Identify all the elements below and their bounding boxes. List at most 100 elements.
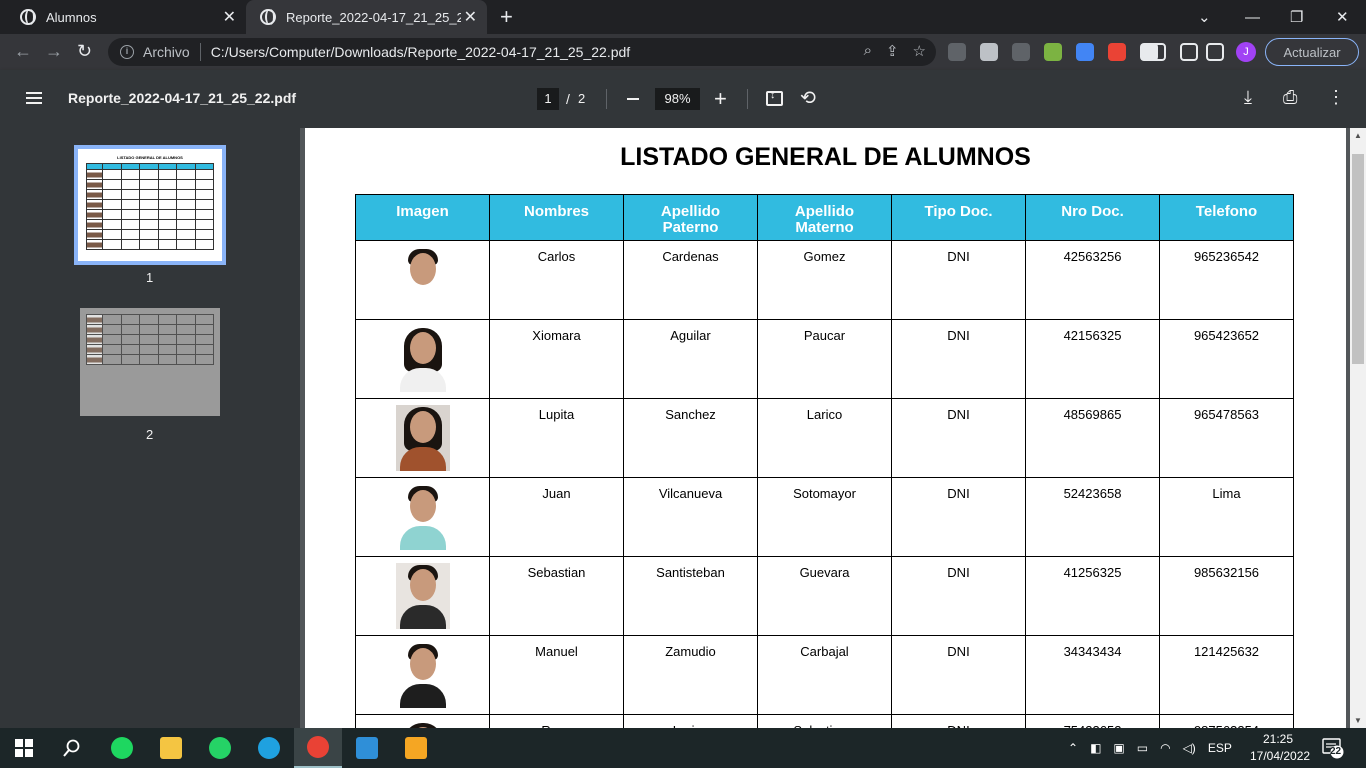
more-options-icon[interactable]: ⋮	[1327, 87, 1345, 108]
new-tab-button[interactable]: +	[500, 4, 513, 30]
time: 21:25	[1262, 732, 1294, 746]
extension-icon[interactable]	[1012, 43, 1030, 61]
divider	[606, 89, 607, 109]
taskbar-app-cube-app[interactable]	[392, 728, 440, 768]
page-thumbnail-1[interactable]: LISTADO GENERAL DE ALUMNOS	[74, 145, 226, 265]
extension-icon[interactable]	[1108, 43, 1126, 61]
page-number-input[interactable]: 1	[537, 88, 559, 110]
divider	[199, 43, 201, 61]
star-icon[interactable]: ☆	[913, 42, 926, 60]
tab-search-icon[interactable]: ⌄	[1198, 0, 1211, 34]
extension-icon[interactable]	[948, 43, 966, 61]
close-icon[interactable]: ✕	[464, 7, 477, 27]
cell-telefono: Lima	[1159, 477, 1294, 557]
close-window-button[interactable]: ✕	[1336, 0, 1349, 34]
column-header: Telefono	[1159, 194, 1294, 241]
cell-tipo: DNI	[891, 556, 1026, 636]
restore-button[interactable]: ❐	[1290, 0, 1303, 34]
cell-nro: 41256325	[1025, 556, 1160, 636]
column-header-label: Apellido	[794, 203, 855, 220]
reading-list-icon[interactable]	[1180, 43, 1198, 61]
back-button[interactable]: ←	[14, 41, 32, 62]
cell-tipo: DNI	[891, 240, 1026, 320]
scroll-up-icon[interactable]: ▲	[1354, 131, 1362, 140]
page-thumbnail-2[interactable]	[80, 308, 220, 416]
meet-icon[interactable]: ◧	[1090, 741, 1101, 755]
vertical-scrollbar[interactable]: ▲ ▼	[1350, 128, 1366, 728]
extension-icon[interactable]	[1044, 43, 1062, 61]
taskbar-app-vscode[interactable]	[343, 728, 391, 768]
volume-icon[interactable]: ◁)	[1183, 741, 1196, 755]
clock[interactable]: 21:25 17/04/2022	[1250, 731, 1310, 765]
cell-materno: Larico	[757, 398, 892, 478]
pdf-toolbar: Reporte_2022-04-17_21_25_22.pdf 1 / 2 98…	[0, 70, 1366, 128]
zoom-icon[interactable]: ⌕	[864, 42, 872, 60]
taskbar: ⌃ ◧ ▣ ▭ ◠ ◁) ESP 21:25 17/04/2022 22	[0, 728, 1366, 768]
menu-icon[interactable]	[26, 92, 42, 104]
cell-telefono: 965236542	[1159, 240, 1294, 320]
cell-materno: Sotomayor	[757, 477, 892, 557]
taskbar-app-edge[interactable]	[245, 728, 293, 768]
taskbar-app-chrome[interactable]	[294, 728, 342, 768]
search-button[interactable]	[48, 728, 96, 768]
start-button[interactable]	[0, 728, 48, 768]
extension-icon[interactable]	[1076, 43, 1094, 61]
tab-alumnos[interactable]: Alumnos ✕	[0, 0, 246, 34]
address-bar[interactable]: i Archivo C:/Users/Computer/Downloads/Re…	[108, 38, 936, 66]
language-indicator[interactable]: ESP	[1208, 741, 1232, 755]
close-icon[interactable]: ✕	[223, 7, 236, 27]
notification-button[interactable]: 22	[1322, 737, 1344, 759]
total-pages: 2	[578, 91, 586, 106]
cell-nro: 34343434	[1025, 635, 1160, 715]
page-title: LISTADO GENERAL DE ALUMNOS	[620, 143, 1031, 171]
photo-cell	[355, 240, 490, 320]
avatar[interactable]: J	[1236, 42, 1256, 62]
battery-icon[interactable]: ▭	[1137, 741, 1148, 755]
zoom-out-button[interactable]	[627, 98, 639, 100]
cell-paterno: Aguilar	[623, 319, 758, 399]
scrollbar-thumb[interactable]	[1352, 154, 1364, 364]
print-icon[interactable]: ⎙	[1283, 87, 1297, 108]
tab-label: Alumnos	[46, 9, 97, 25]
scroll-down-icon[interactable]: ▼	[1354, 716, 1362, 725]
zoom-input[interactable]: 98%	[655, 88, 700, 110]
table-row: Manuel Zamudio Carbajal DNI 34343434 12142563…	[355, 635, 1294, 715]
app-tray-icon[interactable]: ▣	[1113, 741, 1124, 755]
cell-nombres: Lupita	[489, 398, 624, 478]
taskbar-app-file-explorer[interactable]	[147, 728, 195, 768]
minimize-button[interactable]: —	[1245, 0, 1260, 34]
fit-page-icon[interactable]	[766, 89, 783, 106]
chevron-up-icon[interactable]: ⌃	[1068, 741, 1078, 755]
cell-paterno: Zamudio	[623, 635, 758, 715]
rotate-icon[interactable]: ⟲	[800, 87, 816, 110]
table-header-row: Imagen Nombres Apellido Paterno Apellido Mate…	[355, 194, 1294, 241]
side-panel-icon[interactable]	[1206, 43, 1224, 61]
cell-nombres: Juan	[489, 477, 624, 557]
browser-toolbar: ← → ↻ i Archivo C:/Users/Computer/Downlo…	[0, 34, 1366, 70]
thumbnail-number: 2	[146, 427, 154, 442]
reload-button[interactable]: ↻	[77, 41, 92, 62]
extension-icon[interactable]	[980, 43, 998, 61]
info-icon[interactable]: i	[120, 45, 134, 59]
zoom-in-button[interactable]: +	[714, 86, 727, 112]
url-text[interactable]: C:/Users/Computer/Downloads/Reporte_2022…	[211, 44, 630, 60]
taskbar-app-spotify[interactable]	[98, 728, 146, 768]
tab-reporte[interactable]: Reporte_2022-04-17_21_25_22.pdf ✕	[246, 0, 487, 34]
system-tray: ⌃ ◧ ▣ ▭ ◠ ◁) ESP	[1068, 728, 1232, 768]
globe-icon	[260, 9, 276, 25]
pdf-page: LISTADO GENERAL DE ALUMNOS Imagen Nombres…	[305, 128, 1346, 728]
student-photo	[395, 642, 450, 708]
column-header-label: Telefono	[1195, 203, 1258, 220]
update-button[interactable]: Actualizar	[1265, 38, 1359, 66]
spotify-icon	[111, 737, 133, 759]
wifi-icon[interactable]: ◠	[1160, 741, 1170, 755]
extensions-icon[interactable]	[1148, 43, 1166, 61]
chrome-icon	[307, 736, 329, 758]
document-viewport[interactable]: LISTADO GENERAL DE ALUMNOS Imagen Nombres…	[300, 128, 1366, 728]
thumbnail-number: 1	[146, 270, 154, 285]
download-icon[interactable]: ⤓	[1244, 87, 1252, 108]
share-icon[interactable]: ⇪	[886, 42, 899, 60]
column-header: Nro Doc.	[1025, 194, 1160, 241]
forward-button[interactable]: →	[45, 41, 63, 62]
taskbar-app-whatsapp[interactable]	[196, 728, 244, 768]
